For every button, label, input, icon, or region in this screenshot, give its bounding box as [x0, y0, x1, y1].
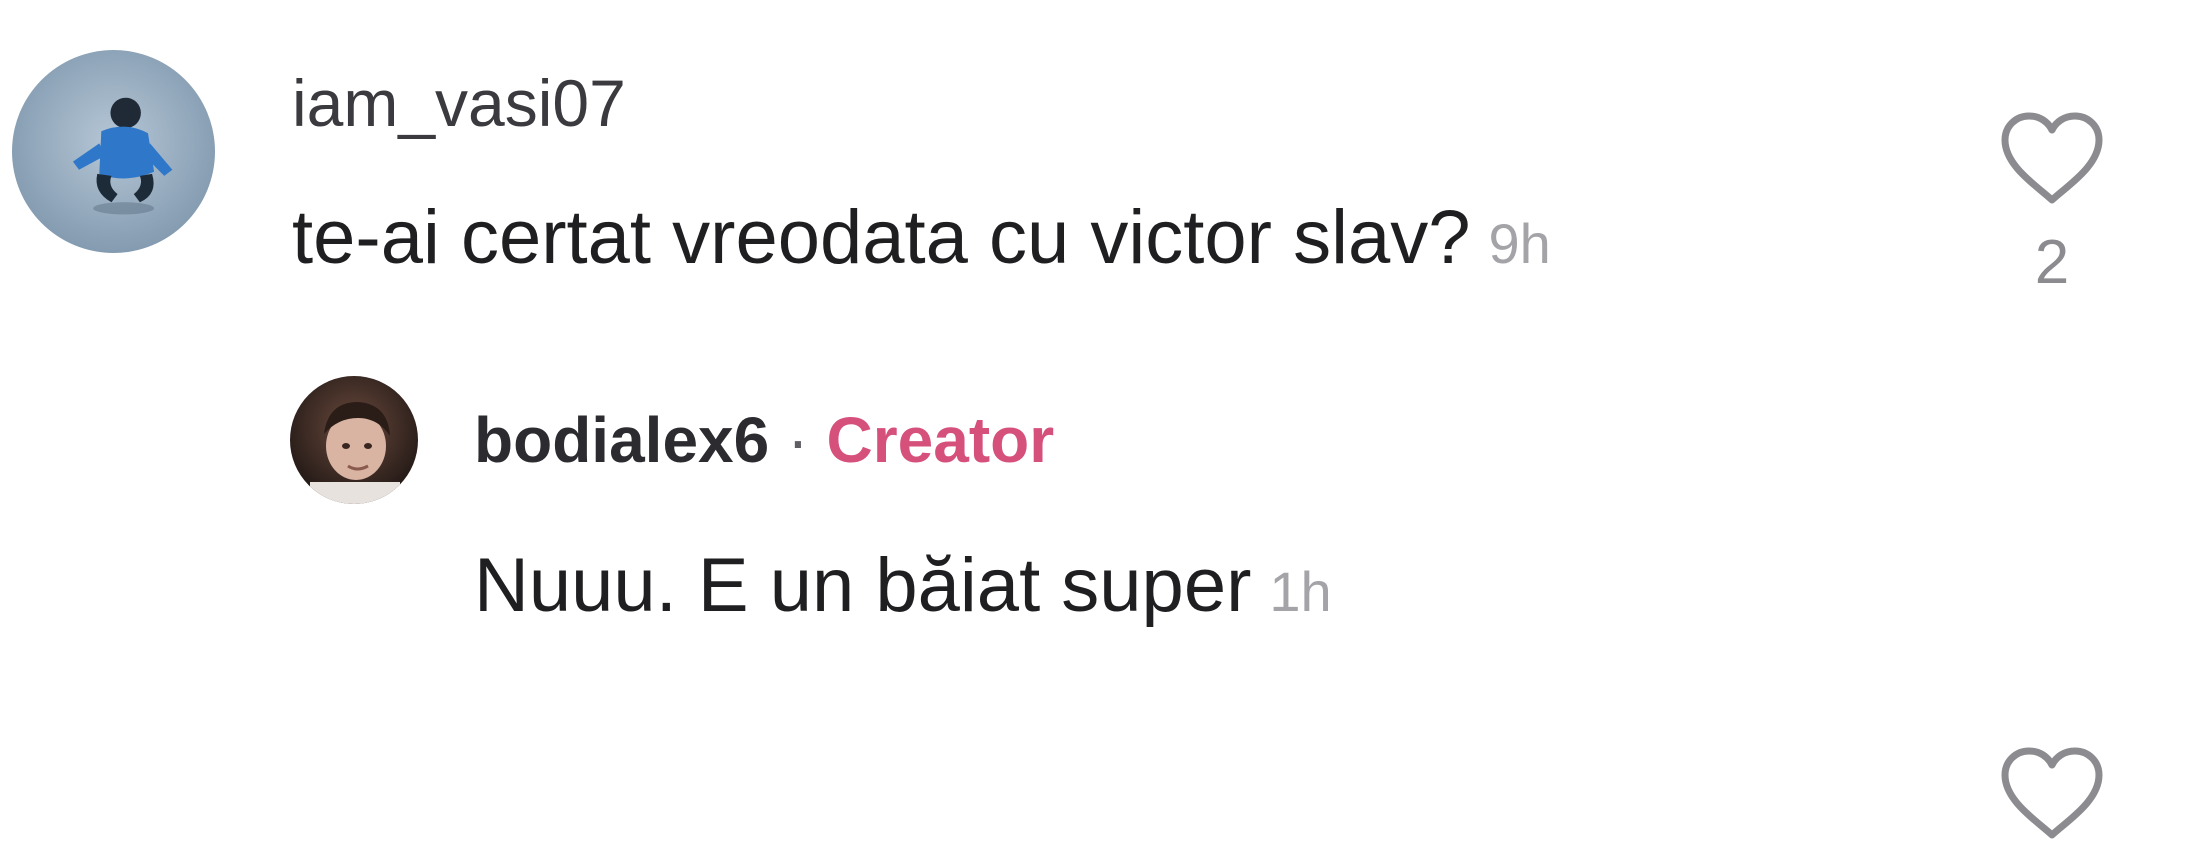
reply-body: Nuuu. E un băiat super [474, 543, 1252, 628]
reply-username[interactable]: bodialex6 [474, 404, 769, 476]
reply-timestamp: 1h [1269, 560, 1332, 623]
separator-dot: · [787, 404, 809, 476]
comment-timestamp: 9h [1488, 212, 1551, 275]
reply-like-button[interactable] [1992, 745, 2112, 843]
reply-item: bodialex6 · Creator Nuuu. E un băiat super… [0, 340, 2198, 839]
like-count: 2 [2034, 228, 2070, 297]
comment-body: te-ai certat vreodata cu victor slav? [292, 195, 1471, 280]
comment-item: iam_vasi07 te-ai certat vreodata cu vict… [0, 0, 2198, 340]
user-avatar-icon[interactable] [290, 376, 418, 504]
avatar-image [290, 376, 418, 504]
creator-badge: Creator [826, 404, 1055, 476]
comment-text: te-ai certat vreodata cu victor slav? 9h [292, 200, 1551, 276]
heart-outline-icon[interactable] [1997, 745, 2107, 843]
comment-like-button[interactable]: 2 [1992, 110, 2112, 294]
reply-text: Nuuu. E un băiat super 1h [474, 548, 1332, 624]
avatar-image [12, 50, 215, 253]
reply-header: bodialex6 · Creator [474, 408, 1054, 472]
user-avatar-icon[interactable] [12, 50, 215, 253]
heart-outline-icon[interactable] [1997, 110, 2107, 208]
comment-username[interactable]: iam_vasi07 [292, 70, 626, 136]
